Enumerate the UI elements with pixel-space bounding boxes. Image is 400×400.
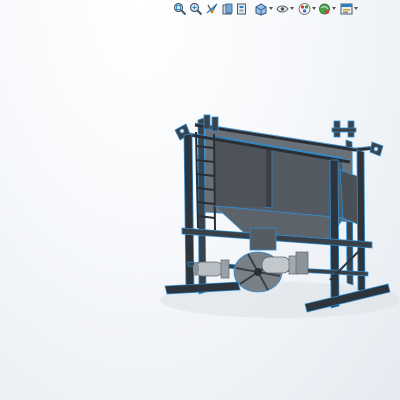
front-upright-left	[183, 133, 195, 293]
lifting-lug-right-rear	[331, 120, 357, 138]
side-brace-right	[356, 149, 366, 293]
hopper-frame-assembly-model[interactable]	[0, 0, 400, 400]
drive-motor-left	[193, 259, 230, 279]
front-upright-right	[329, 159, 340, 309]
lifting-lug-right-front	[369, 141, 384, 157]
3d-graphics-area[interactable]	[0, 0, 400, 400]
